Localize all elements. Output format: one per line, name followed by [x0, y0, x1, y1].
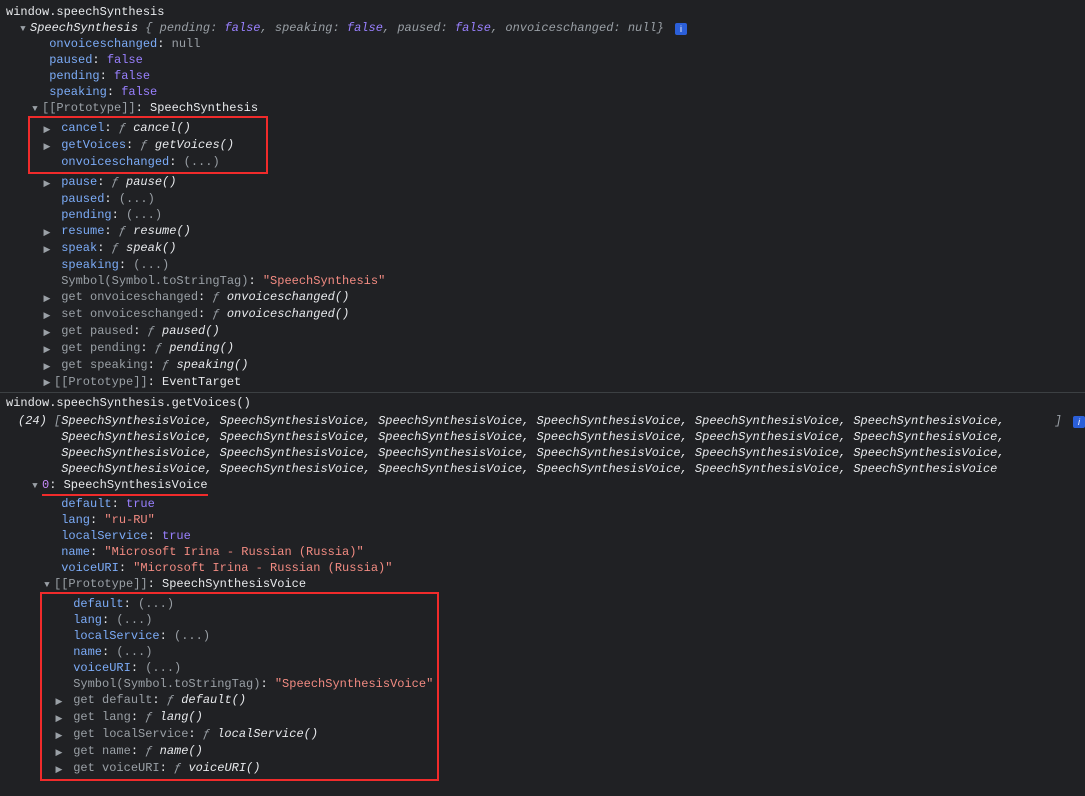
property-row[interactable]: get default: ƒ default() [42, 692, 433, 709]
console-input-line: window.speechSynthesis.getVoices() [6, 395, 1085, 411]
property-row[interactable]: localService: true [42, 528, 1085, 544]
property-row[interactable]: default: (...) [42, 596, 433, 612]
prototype-row[interactable]: [[Prototype]]: EventTarget [42, 374, 1085, 390]
highlight-box: cancel: ƒ cancel() getVoices: ƒ getVoice… [28, 116, 268, 174]
prototype-row[interactable]: [[Prototype]]: SpeechSynthesisVoice [42, 576, 1085, 592]
property-row[interactable]: paused: (...) [42, 191, 1085, 207]
property-row[interactable]: get localService: ƒ localService() [42, 726, 433, 743]
array-summary-row[interactable]: (24) [ SpeechSynthesisVoice, SpeechSynth… [18, 413, 1085, 477]
expand-arrow-icon[interactable] [42, 577, 52, 593]
array-summary-items: SpeechSynthesisVoice, SpeechSynthesisVoi… [61, 413, 1054, 477]
expand-arrow-icon[interactable] [42, 375, 52, 391]
expand-arrow-icon[interactable] [42, 342, 52, 358]
expand-arrow-icon[interactable] [42, 325, 52, 341]
expand-arrow-icon[interactable] [54, 728, 64, 744]
property-row[interactable]: localService: (...) [42, 628, 433, 644]
property-row[interactable]: pause: ƒ pause() [42, 174, 1085, 191]
property-row[interactable]: Symbol(Symbol.toStringTag): "SpeechSynth… [42, 273, 1085, 289]
info-icon[interactable]: i [1073, 416, 1085, 428]
info-icon[interactable]: i [675, 23, 687, 35]
expand-arrow-icon[interactable] [54, 694, 64, 710]
property-row[interactable]: speaking: (...) [42, 257, 1085, 273]
property-row[interactable]: voiceURI: (...) [42, 660, 433, 676]
expand-arrow-icon[interactable] [42, 291, 52, 307]
expand-arrow-icon[interactable] [42, 139, 52, 155]
property-row[interactable]: Symbol(Symbol.toStringTag): "SpeechSynth… [42, 676, 433, 692]
object-type: SpeechSynthesis [30, 21, 138, 35]
property-row[interactable]: get lang: ƒ lang() [42, 709, 433, 726]
property-row[interactable]: getVoices: ƒ getVoices() [30, 137, 262, 154]
property-row[interactable]: get onvoiceschanged: ƒ onvoiceschanged() [42, 289, 1085, 306]
property-row[interactable]: default: true [42, 496, 1085, 512]
expand-arrow-icon[interactable] [54, 762, 64, 778]
property-row[interactable]: pending: false [30, 68, 1085, 84]
highlight-underline: 0: SpeechSynthesisVoice [42, 477, 208, 496]
expand-arrow-icon[interactable] [54, 711, 64, 727]
console-expression: window.speechSynthesis [6, 5, 164, 19]
property-row[interactable]: name: "Microsoft Irina - Russian (Russia… [42, 544, 1085, 560]
property-row[interactable]: get paused: ƒ paused() [42, 323, 1085, 340]
console-input-line: window.speechSynthesis [6, 4, 1085, 20]
expand-arrow-icon[interactable] [42, 242, 52, 258]
expand-arrow-icon[interactable] [30, 478, 40, 494]
expand-arrow-icon[interactable] [42, 225, 52, 241]
property-row[interactable]: get name: ƒ name() [42, 743, 433, 760]
expand-arrow-icon[interactable] [42, 359, 52, 375]
expand-arrow-icon[interactable] [42, 176, 52, 192]
property-row[interactable]: set onvoiceschanged: ƒ onvoiceschanged() [42, 306, 1085, 323]
property-row[interactable]: speak: ƒ speak() [42, 240, 1085, 257]
property-row[interactable]: onvoiceschanged: (...) [30, 154, 262, 170]
property-row[interactable]: paused: false [30, 52, 1085, 68]
prototype-row[interactable]: [[Prototype]]: SpeechSynthesis [30, 100, 1085, 116]
property-row[interactable]: onvoiceschanged: null [30, 36, 1085, 52]
expand-arrow-icon[interactable] [42, 122, 52, 138]
expand-arrow-icon[interactable] [42, 308, 52, 324]
expand-arrow-icon[interactable] [18, 21, 28, 37]
property-row[interactable]: get voiceURI: ƒ voiceURI() [42, 760, 433, 777]
property-row[interactable]: speaking: false [30, 84, 1085, 100]
property-row[interactable]: get pending: ƒ pending() [42, 340, 1085, 357]
expand-arrow-icon[interactable] [30, 101, 40, 117]
property-row[interactable]: get speaking: ƒ speaking() [42, 357, 1085, 374]
property-row[interactable]: lang: "ru-RU" [42, 512, 1085, 528]
object-header[interactable]: SpeechSynthesis { pending: false, speaki… [18, 20, 1085, 36]
property-row[interactable]: resume: ƒ resume() [42, 223, 1085, 240]
array-item-row[interactable]: 0: SpeechSynthesisVoice [30, 477, 1085, 496]
expand-arrow-icon[interactable] [54, 745, 64, 761]
property-row[interactable]: voiceURI: "Microsoft Irina - Russian (Ru… [42, 560, 1085, 576]
console-expression: window.speechSynthesis.getVoices() [6, 396, 251, 410]
property-row[interactable]: pending: (...) [42, 207, 1085, 223]
property-row[interactable]: name: (...) [42, 644, 433, 660]
property-row[interactable]: lang: (...) [42, 612, 433, 628]
highlight-box: default: (...) lang: (...) localService:… [40, 592, 439, 781]
property-row[interactable]: cancel: ƒ cancel() [30, 120, 262, 137]
